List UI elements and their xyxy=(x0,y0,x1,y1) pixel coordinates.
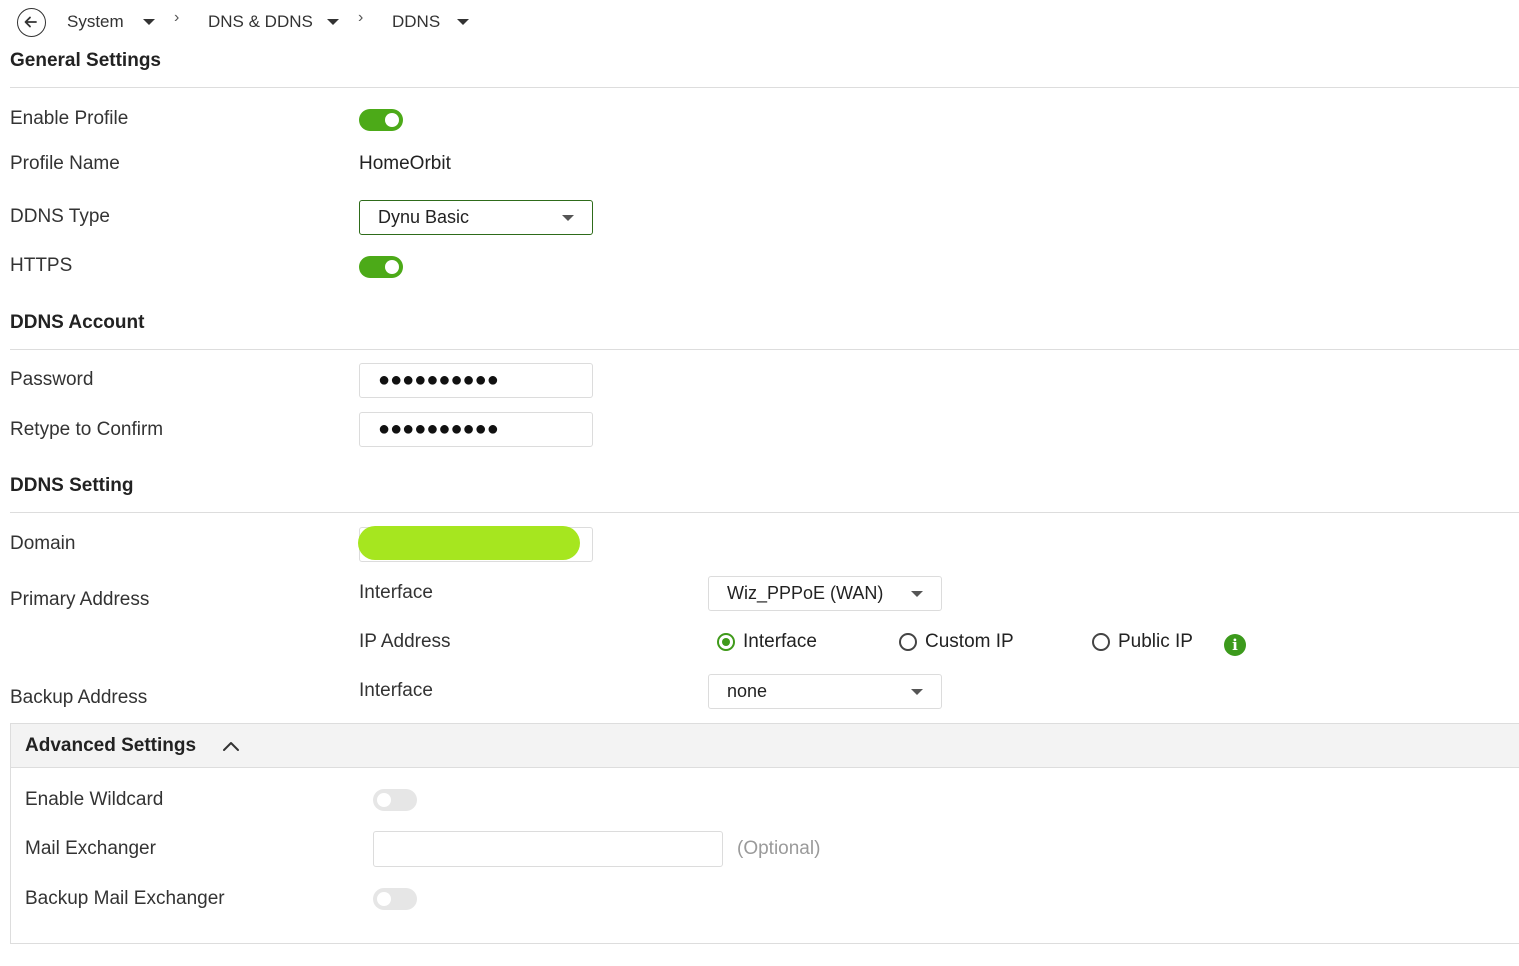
primary-address-label: Primary Address xyxy=(10,589,150,610)
caret-down-icon xyxy=(911,590,923,597)
backup-address-label: Backup Address xyxy=(10,687,148,708)
backup-interface-label: Interface xyxy=(359,680,433,701)
advanced-settings-title: Advanced Settings xyxy=(25,735,197,756)
ddns-type-select[interactable]: Dynu Basic xyxy=(359,200,593,235)
backup-mail-label: Backup Mail Exchanger xyxy=(25,888,225,909)
password-value: ●●●●●●●●●● xyxy=(378,369,499,391)
mail-exchanger-input[interactable] xyxy=(373,831,723,867)
radio-interface[interactable] xyxy=(717,633,735,651)
backup-mail-toggle[interactable] xyxy=(373,888,417,910)
caret-down-icon[interactable] xyxy=(143,19,155,25)
breadcrumb-ddns[interactable]: DDNS xyxy=(392,12,440,32)
advanced-settings-panel: Advanced Settings Enable Wildcard Mail E… xyxy=(10,723,1519,944)
enable-profile-toggle[interactable] xyxy=(359,109,403,131)
retype-input[interactable]: ●●●●●●●●●● xyxy=(359,412,593,447)
caret-down-icon xyxy=(562,214,574,221)
retype-label: Retype to Confirm xyxy=(10,419,164,440)
breadcrumb: System › DNS & DDNS › DDNS xyxy=(0,0,600,44)
domain-label: Domain xyxy=(10,533,76,554)
divider xyxy=(10,87,1519,88)
chevron-right-icon: › xyxy=(358,9,364,26)
radio-interface-label[interactable]: Interface xyxy=(743,631,817,653)
backup-interface-select[interactable]: none xyxy=(708,674,942,709)
domain-redaction xyxy=(358,526,580,560)
general-settings-title: General Settings xyxy=(10,50,161,71)
enable-wildcard-toggle[interactable] xyxy=(373,789,417,811)
enable-wildcard-label: Enable Wildcard xyxy=(25,789,164,810)
ddns-type-label: DDNS Type xyxy=(10,206,110,227)
primary-interface-label: Interface xyxy=(359,582,433,603)
profile-name-value: HomeOrbit xyxy=(359,153,451,174)
info-icon[interactable]: i xyxy=(1224,634,1246,656)
password-input[interactable]: ●●●●●●●●●● xyxy=(359,363,593,398)
back-arrow-icon xyxy=(24,16,37,28)
ip-address-label: IP Address xyxy=(359,631,451,652)
radio-custom-ip-label[interactable]: Custom IP xyxy=(925,631,1014,653)
ddns-account-title: DDNS Account xyxy=(10,312,145,333)
chevron-right-icon: › xyxy=(174,9,180,26)
radio-custom-ip[interactable] xyxy=(899,633,917,651)
primary-interface-select[interactable]: Wiz_PPPoE (WAN) xyxy=(708,576,942,611)
advanced-settings-header[interactable]: Advanced Settings xyxy=(11,724,1519,768)
back-button[interactable] xyxy=(17,8,46,37)
ddns-setting-title: DDNS Setting xyxy=(10,475,134,496)
mail-exchanger-hint: (Optional) xyxy=(737,838,821,859)
divider xyxy=(10,512,1519,513)
breadcrumb-system[interactable]: System xyxy=(67,12,124,32)
retype-value: ●●●●●●●●●● xyxy=(378,418,499,440)
enable-profile-label: Enable Profile xyxy=(10,108,129,129)
breadcrumb-dns-ddns[interactable]: DNS & DDNS xyxy=(208,12,313,32)
password-label: Password xyxy=(10,369,94,390)
backup-interface-value: none xyxy=(727,681,768,701)
divider xyxy=(10,349,1519,350)
profile-name-label: Profile Name xyxy=(10,153,120,174)
caret-down-icon[interactable] xyxy=(327,19,339,25)
mail-exchanger-label: Mail Exchanger xyxy=(25,838,156,859)
ddns-type-value: Dynu Basic xyxy=(378,207,470,227)
caret-down-icon[interactable] xyxy=(457,19,469,25)
radio-public-ip[interactable] xyxy=(1092,633,1110,651)
primary-interface-value: Wiz_PPPoE (WAN) xyxy=(727,583,884,603)
https-label: HTTPS xyxy=(10,255,73,276)
caret-down-icon xyxy=(911,688,923,695)
radio-public-ip-label[interactable]: Public IP xyxy=(1118,631,1193,653)
https-toggle[interactable] xyxy=(359,256,403,278)
chevron-up-icon[interactable] xyxy=(222,740,240,752)
